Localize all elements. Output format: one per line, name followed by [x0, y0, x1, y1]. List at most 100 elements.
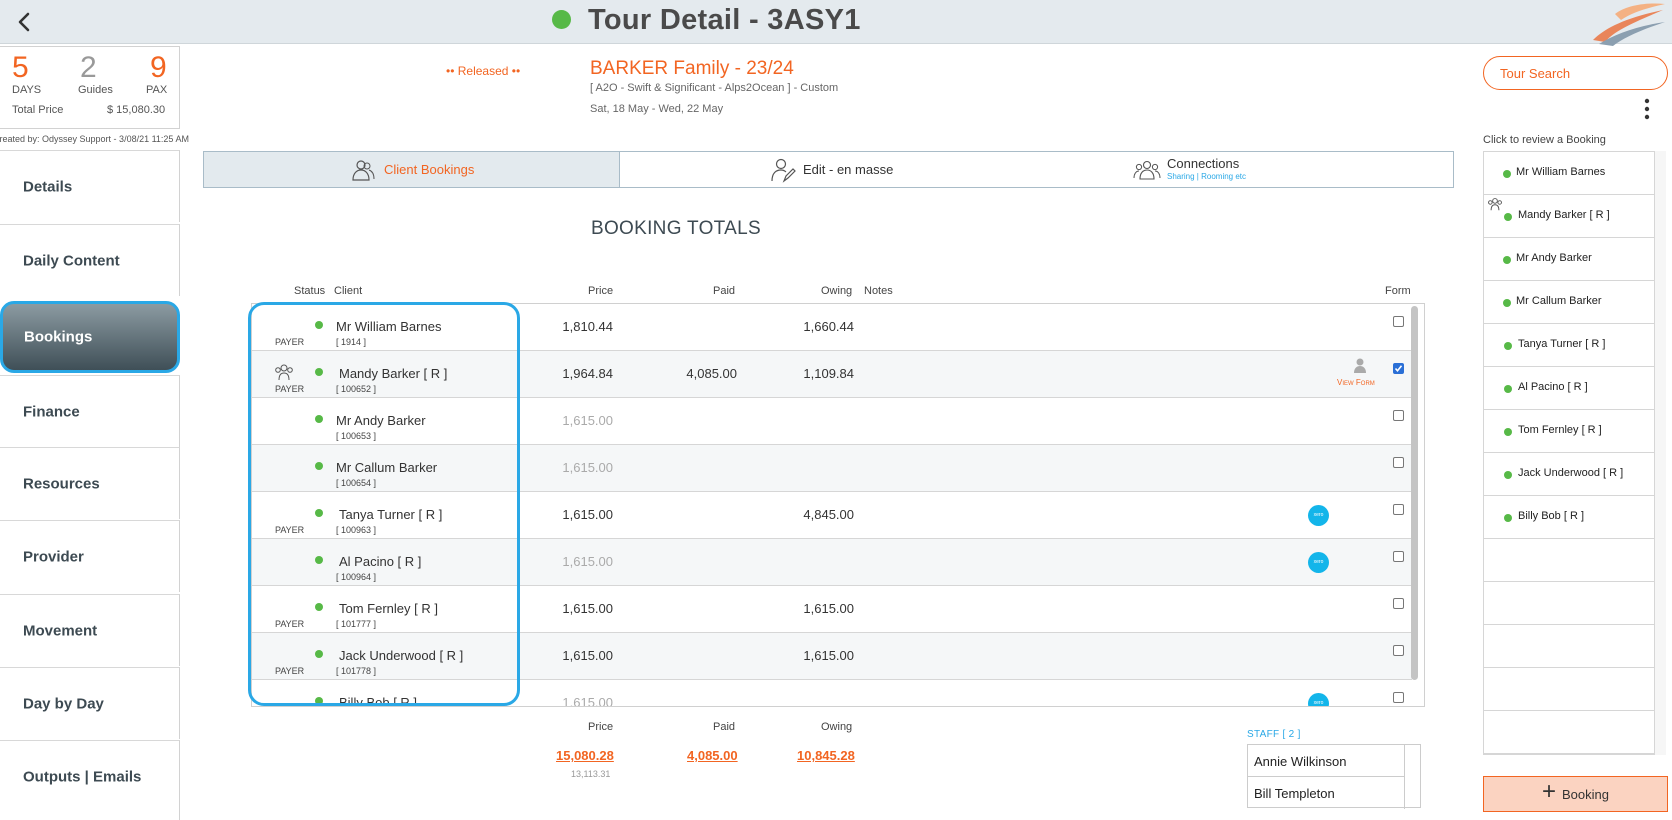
- price-value: 1,964.84: [562, 366, 613, 381]
- review-list-scrollbar[interactable]: [1654, 151, 1666, 755]
- xero-icon[interactable]: xero: [1308, 505, 1329, 526]
- review-booking-item[interactable]: Mr Callum Barker: [1484, 281, 1654, 324]
- tour-search-label: Tour Search: [1500, 66, 1571, 81]
- booking-tabs: Client Bookings Edit - en masse Connecti…: [203, 151, 1454, 188]
- review-booking-name: Tanya Turner [ R ]: [1518, 338, 1606, 350]
- tab-connections[interactable]: Connections Sharing | Rooming etc: [1036, 152, 1453, 187]
- sidebar-item-daily-content[interactable]: Daily Content: [0, 224, 180, 296]
- group-booking-icon: [1488, 198, 1502, 211]
- totals-owing[interactable]: 10,845.28: [797, 748, 855, 763]
- review-empty-slot: [1484, 539, 1654, 582]
- review-empty-slot: [1484, 668, 1654, 711]
- sidebar-item-movement[interactable]: Movement: [0, 594, 180, 666]
- col-client: Client: [334, 285, 363, 297]
- xero-icon[interactable]: xero: [1308, 552, 1329, 573]
- totals-owing-label: Owing: [821, 721, 853, 733]
- sidebar-item-finance[interactable]: Finance: [0, 375, 180, 447]
- price-value: 1,810.44: [562, 319, 613, 334]
- sidebar-item-label: Bookings: [24, 328, 93, 346]
- tab-client-bookings[interactable]: Client Bookings: [204, 152, 620, 187]
- tour-name: BARKER Family - 23/24: [590, 58, 794, 79]
- col-paid: Paid: [713, 285, 736, 297]
- client-column-highlight: [248, 302, 520, 706]
- tab-sublabel: Sharing | Rooming etc: [1167, 172, 1247, 181]
- owing-value: 1,109.84: [803, 366, 854, 381]
- staff-item[interactable]: Bill Templeton: [1248, 777, 1405, 809]
- form-checkbox[interactable]: [1393, 692, 1404, 703]
- status-dot: [1504, 471, 1512, 479]
- sidebar-item-bookings[interactable]: Bookings: [0, 301, 180, 373]
- guides-label: Guides: [78, 84, 113, 96]
- tour-subtitle: [ A2O - Swift & Significant - Alps2Ocean…: [590, 82, 839, 94]
- form-checkbox[interactable]: [1393, 363, 1404, 374]
- sidebar-item-label: Details: [23, 178, 73, 195]
- form-checkbox[interactable]: [1393, 551, 1404, 562]
- tour-search-button[interactable]: Tour Search: [1483, 56, 1668, 90]
- review-empty-slot: [1484, 754, 1655, 755]
- col-price: Price: [588, 285, 614, 297]
- review-booking-name: Mandy Barker [ R ]: [1518, 209, 1610, 221]
- xero-icon[interactable]: xero: [1308, 693, 1329, 706]
- form-checkbox[interactable]: [1393, 645, 1404, 656]
- tab-edit-en-masse[interactable]: Edit - en masse: [620, 152, 1036, 187]
- review-empty-slot: [1484, 582, 1654, 625]
- pax-value: 9: [150, 51, 167, 84]
- table-scrollbar[interactable]: [1411, 306, 1418, 680]
- edit-user-icon: [771, 158, 796, 183]
- form-checkbox[interactable]: [1393, 410, 1404, 421]
- pax-label: PAX: [146, 84, 168, 96]
- tab-label: Connections: [1167, 156, 1240, 171]
- company-logo: [1593, 3, 1665, 46]
- price-value: 1,615.00: [562, 648, 613, 663]
- days-label: DAYS: [12, 84, 42, 96]
- status-dot: [1503, 299, 1511, 307]
- group-icon: [1133, 160, 1161, 180]
- review-booking-item[interactable]: Billy Bob [ R ]: [1484, 496, 1654, 539]
- page-title: Tour Detail - 3ASY1: [588, 4, 861, 36]
- form-checkbox[interactable]: [1393, 457, 1404, 468]
- sidebar-item-provider[interactable]: Provider: [0, 520, 180, 592]
- sidebar-item-resources[interactable]: Resources: [0, 447, 180, 519]
- totals-price[interactable]: 15,080.28: [556, 748, 614, 763]
- owing-value: 1,660.44: [803, 319, 854, 334]
- review-booking-item[interactable]: Mr Andy Barker: [1484, 238, 1654, 281]
- review-booking-name: Mr William Barnes: [1516, 166, 1606, 178]
- more-options-icon[interactable]: [1643, 98, 1651, 120]
- form-checkbox[interactable]: [1393, 316, 1404, 327]
- review-empty-slot: [1484, 625, 1654, 668]
- tab-label: Client Bookings: [384, 162, 475, 177]
- sidebar-item-label: Daily Content: [23, 252, 120, 269]
- sidebar-item-label: Outputs | Emails: [23, 768, 142, 786]
- form-checkbox[interactable]: [1393, 598, 1404, 609]
- review-booking-item[interactable]: Mandy Barker [ R ]: [1484, 195, 1654, 238]
- review-booking-item[interactable]: Tanya Turner [ R ]: [1484, 324, 1654, 367]
- review-label: Click to review a Booking: [1483, 134, 1606, 146]
- review-booking-name: Jack Underwood [ R ]: [1518, 467, 1624, 479]
- review-booking-item[interactable]: Jack Underwood [ R ]: [1484, 453, 1654, 496]
- booking-totals-title: BOOKING TOTALS: [591, 218, 761, 239]
- totals-paid-label: Paid: [713, 721, 736, 733]
- add-booking-button[interactable]: + Booking: [1483, 776, 1668, 812]
- totals-paid[interactable]: 4,085.00: [687, 748, 738, 763]
- owing-value: 1,615.00: [803, 648, 854, 663]
- review-booking-item[interactable]: Al Pacino [ R ]: [1484, 367, 1654, 410]
- form-checkbox[interactable]: [1393, 504, 1404, 515]
- view-form-link[interactable]: View Form: [1337, 378, 1375, 387]
- review-empty-slot: [1484, 711, 1654, 754]
- top-bar: Tour Detail - 3ASY1: [0, 0, 1672, 46]
- sidebar-item-day-by-day[interactable]: Day by Day: [0, 667, 180, 739]
- plus-icon: +: [1542, 778, 1557, 805]
- user-form-icon: [1354, 358, 1366, 373]
- owing-value: 1,615.00: [803, 601, 854, 616]
- review-booking-item[interactable]: Tom Fernley [ R ]: [1484, 410, 1654, 453]
- sidebar: Details Daily Content Bookings Finance R…: [0, 150, 180, 820]
- sidebar-item-outputs-emails[interactable]: Outputs | Emails: [0, 740, 180, 820]
- sidebar-item-details[interactable]: Details: [0, 150, 180, 222]
- total-price-value: $ 15,080.30: [107, 104, 166, 116]
- total-price-label: Total Price: [12, 104, 64, 116]
- price-value: 1,615.00: [562, 695, 613, 707]
- staff-item[interactable]: Annie Wilkinson: [1248, 745, 1405, 777]
- back-arrow-icon[interactable]: [10, 8, 38, 36]
- sidebar-item-label: Day by Day: [23, 695, 104, 712]
- review-booking-item[interactable]: Mr William Barnes: [1484, 152, 1654, 195]
